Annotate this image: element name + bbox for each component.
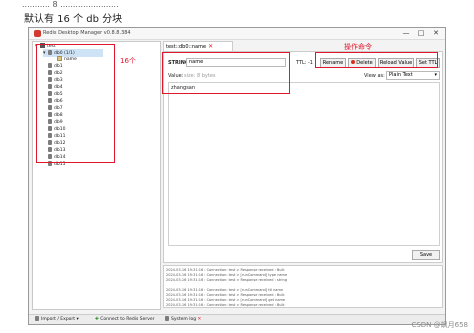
close-tab-icon[interactable]: ✕ [208, 43, 213, 50]
title-bar: Redis Desktop Manager v0.8.8.384 — □ ✕ [29, 28, 445, 40]
connect-button[interactable]: ✚ Connect to Redis Server [95, 316, 155, 324]
view-as-select[interactable]: Plain Text ▾ [386, 71, 440, 80]
system-log-panel: 2024-03-16 19:31:16 : Connection: test >… [163, 265, 443, 308]
watermark: CSDN @飒月658 [411, 321, 468, 329]
system-log-label: System log [171, 317, 197, 322]
view-as-label: View as: [364, 73, 385, 79]
window-title: Redis Desktop Manager v0.8.8.384 [43, 30, 131, 36]
page-heading: 默认有 16 个 db 分块 [24, 14, 123, 25]
view-as-value: Plain Text [389, 72, 413, 78]
status-bar: Import / Export ▾ ✚ Connect to Redis Ser… [29, 314, 445, 324]
redis-logo-icon [34, 30, 41, 37]
import-export-label: Import / Export [41, 317, 76, 322]
chevron-down-icon: ▾ [434, 72, 437, 78]
ttl-label: TTL: [296, 60, 307, 66]
annotation-box-operations [315, 52, 438, 68]
log-line: 2024-03-16 19:31:16 : Connection: test >… [166, 278, 287, 282]
tab-label: test::db0::name [166, 44, 207, 50]
annotation-ops-label: 操作命令 [344, 43, 372, 51]
close-log-icon[interactable]: ✕ [198, 317, 202, 322]
import-export-button[interactable]: Import / Export ▾ [35, 316, 79, 324]
log-icon [165, 316, 169, 321]
annotation-box-key-value [162, 52, 290, 94]
import-export-icon [35, 316, 39, 321]
tab-key-view[interactable]: test::db0::name ✕ [163, 41, 233, 51]
annotation-box-databases [36, 44, 115, 163]
log-line: 2024-03-16 19:31:16 : Connection: test >… [166, 303, 285, 307]
save-button[interactable]: Save [412, 250, 440, 260]
close-icon[interactable]: ✕ [429, 28, 443, 39]
annotation-count-label: 16个 [120, 57, 136, 65]
ttl-value: -1 [308, 60, 313, 66]
page-top-text: ........... 8 ....................... [22, 0, 119, 9]
maximize-icon[interactable]: □ [414, 28, 428, 39]
minimize-icon[interactable]: — [399, 28, 413, 39]
connect-label: Connect to Redis Server [100, 317, 155, 322]
system-log-tab[interactable]: System log ✕ [165, 316, 201, 324]
plus-icon: ✚ [95, 317, 99, 322]
value-textarea[interactable]: zhangsan [168, 82, 440, 246]
